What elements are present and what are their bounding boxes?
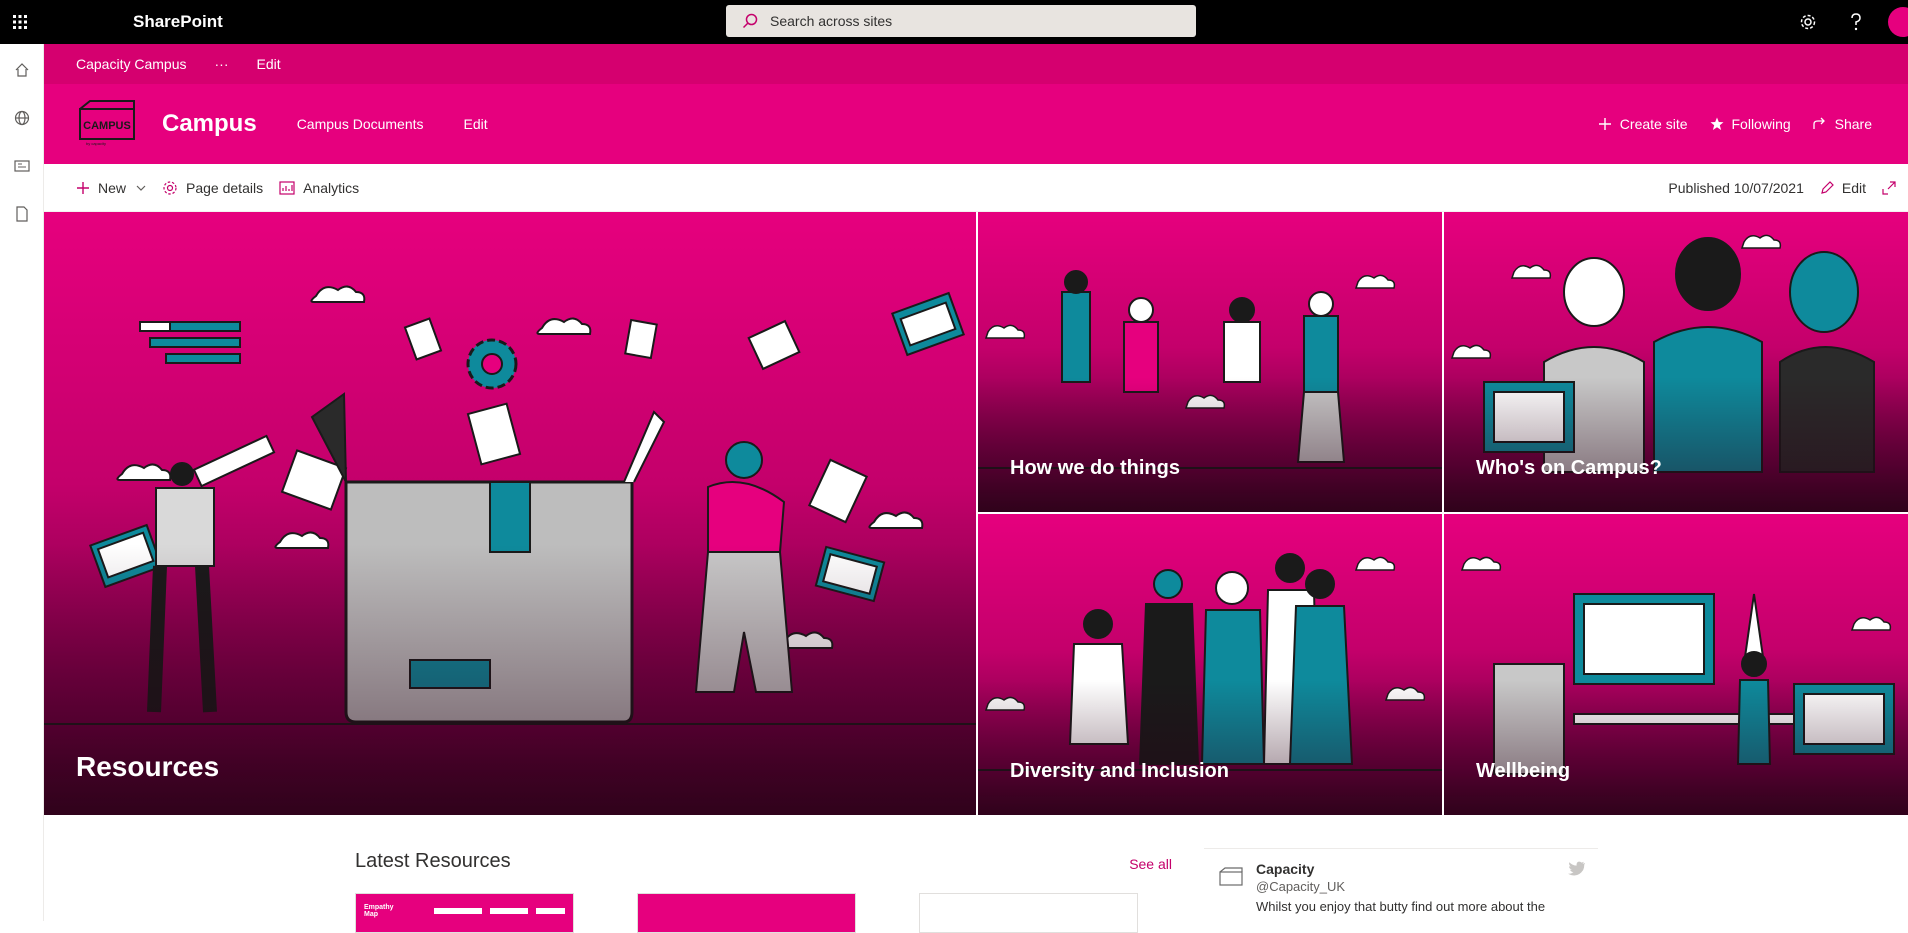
hub-site-link[interactable]: Capacity Campus: [76, 56, 187, 72]
tweet-author-handle[interactable]: @Capacity_UK: [1256, 879, 1345, 894]
published-date: Published 10/07/2021: [1668, 180, 1804, 196]
plus-icon: [1598, 118, 1611, 130]
svg-text:CAMPUS: CAMPUS: [83, 120, 131, 132]
resource-card[interactable]: [637, 893, 856, 933]
tile-caption: How we do things: [1010, 457, 1180, 479]
hub-more-button[interactable]: ···: [215, 56, 229, 72]
card-thumb-label: Empathy Map: [364, 904, 394, 918]
tile-caption: Who's on Campus?: [1476, 457, 1662, 479]
svg-text:by capacity: by capacity: [86, 141, 106, 146]
new-button[interactable]: New: [76, 180, 146, 196]
nav-edit[interactable]: Edit: [464, 116, 488, 132]
tile-shade: [1444, 679, 1908, 815]
page-details-button[interactable]: Page details: [162, 180, 263, 196]
campus-logo[interactable]: CAMPUS by capacity: [76, 99, 140, 149]
resource-cards: Empathy Map: [355, 893, 1138, 933]
section-title: Latest Resources: [355, 850, 511, 872]
site-title[interactable]: Campus: [162, 110, 257, 138]
settings-icon[interactable]: [1784, 0, 1832, 44]
news-icon[interactable]: [0, 142, 44, 190]
twitter-feed: Capacity @Capacity_UK Whilst you enjoy t…: [1204, 848, 1598, 928]
help-icon[interactable]: [1832, 0, 1880, 44]
nav-campus-documents[interactable]: Campus Documents: [297, 116, 424, 132]
create-site-button[interactable]: Create site: [1598, 116, 1688, 132]
search-box[interactable]: [726, 5, 1196, 37]
home-icon[interactable]: [0, 46, 44, 94]
app-launcher-icon[interactable]: [0, 0, 40, 44]
tile-caption: Wellbeing: [1476, 760, 1571, 782]
see-all-link[interactable]: See all: [1129, 856, 1172, 872]
plus-icon: [77, 181, 89, 194]
hero-tile-whos-on-campus[interactable]: Who's on Campus?: [1444, 212, 1908, 512]
avatar[interactable]: [1888, 7, 1908, 37]
hero-tile-resources[interactable]: Resources: [44, 212, 976, 815]
hero-tile-how-we-do-things[interactable]: How we do things: [978, 212, 1442, 512]
latest-resources-section: Latest Resources See all: [355, 850, 1175, 873]
search-icon: [742, 13, 758, 29]
search-input[interactable]: [770, 13, 1170, 29]
gear-icon: [163, 180, 177, 195]
resource-card[interactable]: [919, 893, 1138, 933]
star-icon: [1710, 117, 1723, 130]
expand-icon[interactable]: [1882, 181, 1904, 195]
chevron-down-icon: [136, 185, 146, 191]
resource-card[interactable]: Empathy Map: [355, 893, 574, 933]
hero-tile-diversity-and-inclusion[interactable]: Diversity and Inclusion: [978, 514, 1442, 815]
capacity-logo: [1218, 867, 1244, 887]
site-header: CAMPUS by capacity Campus Campus Documen…: [44, 84, 1908, 164]
tile-shade: [1444, 377, 1908, 512]
tweet-author-name[interactable]: Capacity: [1256, 861, 1314, 877]
tile-shade: [978, 679, 1442, 815]
analytics-icon: [279, 180, 295, 195]
hero-webpart: Resources How we do things Who's on Camp…: [44, 212, 1908, 815]
tweet-text: Whilst you enjoy that butty find out mor…: [1256, 899, 1546, 914]
analytics-button[interactable]: Analytics: [279, 180, 359, 196]
tile-caption: Diversity and Inclusion: [1010, 760, 1229, 782]
sharepoint-brand[interactable]: SharePoint: [133, 12, 223, 32]
suite-bar: SharePoint: [0, 0, 1908, 44]
command-bar: New Page details Analytics Published 10/…: [44, 164, 1908, 212]
twitter-icon[interactable]: [1568, 861, 1586, 876]
hub-navigation: Capacity Campus ··· Edit: [44, 44, 1908, 84]
globe-icon[interactable]: [0, 94, 44, 142]
hero-tile-wellbeing[interactable]: Wellbeing: [1444, 514, 1908, 815]
share-icon: [1812, 117, 1825, 129]
page-edit-button[interactable]: Edit: [1820, 180, 1866, 196]
tile-caption: Resources: [76, 751, 220, 782]
hub-edit-link[interactable]: Edit: [257, 56, 281, 72]
pencil-icon: [1821, 181, 1834, 194]
left-app-rail: [0, 44, 44, 921]
share-button[interactable]: Share: [1812, 116, 1872, 132]
following-button[interactable]: Following: [1710, 116, 1791, 132]
document-icon[interactable]: [0, 190, 44, 238]
tile-shade: [978, 377, 1442, 512]
